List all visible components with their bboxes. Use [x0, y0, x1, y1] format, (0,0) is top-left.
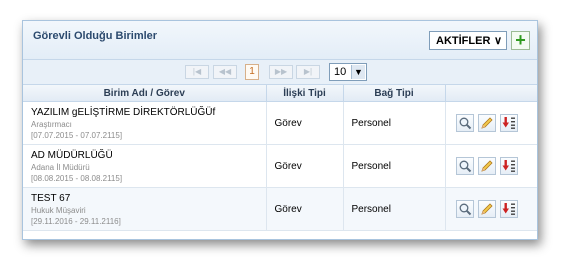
- table-row: AD MÜDÜRLÜĞÜ Adana İl Müdürü [08.08.2015…: [23, 144, 537, 188]
- assigned-units-panel: Görevli Olduğu Birimler AKTİFLER ∨ + |◀ …: [22, 20, 538, 240]
- pencil-icon[interactable]: [477, 200, 496, 218]
- pencil-icon[interactable]: [477, 157, 496, 175]
- chevron-down-icon: ∨: [493, 35, 502, 47]
- column-header-relation[interactable]: İlişki Tipi: [266, 85, 344, 102]
- status-filter-select[interactable]: AKTİFLER ∨: [429, 31, 507, 50]
- chevron-down-icon: ▼: [351, 65, 365, 79]
- unit-role: Araştırmacı: [31, 119, 72, 129]
- page-size-select[interactable]: 10 ▼: [329, 63, 367, 81]
- table-row: TEST 67 Hukuk Müşaviri [29.11.2016 - 29.…: [23, 187, 537, 231]
- delete-down-icon[interactable]: [499, 114, 518, 132]
- unit-name: AD MÜDÜRLÜĞÜ: [31, 149, 113, 161]
- unit-cell: TEST 67 Hukuk Müşaviri [29.11.2016 - 29.…: [23, 187, 267, 231]
- panel-title: Görevli Olduğu Birimler: [33, 30, 158, 42]
- relation-cell: Görev: [266, 101, 344, 145]
- bond-cell: Personel: [343, 144, 446, 188]
- actions-cell: [445, 144, 537, 188]
- unit-dates: [07.07.2015 - 07.07.2115]: [31, 130, 123, 140]
- status-filter-value: AKTİFLER: [436, 35, 491, 47]
- column-header-bond[interactable]: Bağ Tipi: [343, 85, 446, 102]
- unit-dates: [29.11.2016 - 29.11.2116]: [31, 216, 121, 226]
- actions-cell: [445, 101, 537, 145]
- bond-cell: Personel: [343, 187, 446, 231]
- magnifier-icon[interactable]: [455, 114, 474, 132]
- table-row: YAZILIM gELİŞTİRME DİREKTÖRLÜĞÜf Araştır…: [23, 101, 537, 145]
- actions-cell: [445, 187, 537, 231]
- unit-cell: AD MÜDÜRLÜĞÜ Adana İl Müdürü [08.08.2015…: [23, 144, 267, 188]
- column-header-unit[interactable]: Birim Adı / Görev: [23, 85, 267, 102]
- pagination-bar: |◀ ◀◀ 1 ▶▶ ▶| 10 ▼: [23, 60, 537, 85]
- magnifier-icon[interactable]: [455, 157, 474, 175]
- add-button[interactable]: +: [511, 31, 530, 50]
- last-page-button[interactable]: ▶|: [296, 65, 320, 79]
- unit-role: Hukuk Müşaviri: [31, 205, 86, 215]
- unit-name: YAZILIM gELİŞTİRME DİREKTÖRLÜĞÜf: [31, 106, 216, 118]
- bond-cell: Personel: [343, 101, 446, 145]
- unit-dates: [08.08.2015 - 08.08.2115]: [31, 173, 123, 183]
- relation-cell: Görev: [266, 187, 344, 231]
- delete-down-icon[interactable]: [499, 200, 518, 218]
- first-page-button[interactable]: |◀: [185, 65, 209, 79]
- next-page-button[interactable]: ▶▶: [269, 65, 293, 79]
- page-size-value: 10: [334, 66, 347, 78]
- prev-page-button[interactable]: ◀◀: [213, 65, 237, 79]
- unit-role: Adana İl Müdürü: [31, 162, 90, 172]
- column-header-actions: [445, 85, 537, 102]
- unit-name: TEST 67: [31, 192, 71, 204]
- delete-down-icon[interactable]: [499, 157, 518, 175]
- relation-cell: Görev: [266, 144, 344, 188]
- pencil-icon[interactable]: [477, 114, 496, 132]
- unit-cell: YAZILIM gELİŞTİRME DİREKTÖRLÜĞÜf Araştır…: [23, 101, 267, 145]
- panel-header: Görevli Olduğu Birimler AKTİFLER ∨ +: [23, 21, 537, 60]
- units-table: Birim Adı / Görev İlişki Tipi Bağ Tipi Y…: [23, 85, 537, 231]
- magnifier-icon[interactable]: [455, 200, 474, 218]
- current-page[interactable]: 1: [245, 64, 259, 80]
